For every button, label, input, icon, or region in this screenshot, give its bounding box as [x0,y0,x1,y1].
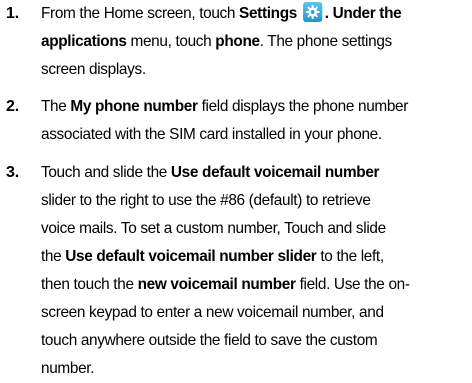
text-run: then touch the [41,276,138,293]
text-line: slider to the right to use the #86 (defa… [41,187,455,215]
text-line: touch anywhere outside the field to save… [41,327,455,355]
step-text: Touch and slide the Use default voicemai… [41,159,455,383]
text-run: Touch and slide the [41,164,171,181]
text-line: number. [41,355,455,383]
text-run: voice mails. To set a custom number, Tou… [41,220,386,237]
text-line: applications menu, touch phone. The phon… [41,28,455,56]
text-run: . Under the [324,5,402,22]
text-line: From the Home screen, touch Settings . Un… [41,0,455,28]
text-run: field. Use the on- [295,276,410,293]
text-run: number. [41,360,95,377]
step-text: From the Home screen, touch Settings . Un… [41,0,455,84]
text-run: screen keypad to enter a new voicemail n… [41,304,384,321]
my-phone-number-label: My phone number [70,98,198,115]
text-line: associated with the SIM card installed i… [41,121,455,149]
text-run: From the Home screen, touch [41,5,240,22]
text-line: Touch and slide the Use default voicemai… [41,159,455,187]
text-line: The My phone number field displays the p… [41,93,455,121]
text-run: menu, touch [126,33,216,50]
text-run: associated with the SIM card installed i… [41,126,382,143]
text-run: slider to the right to use the #86 (defa… [41,192,371,209]
step-number: 1. [6,5,19,22]
text-line: then touch the new voicemail number fiel… [41,271,455,299]
text-run: field displays the phone number [197,98,409,115]
use-default-voicemail-number-slider-label: Use default voicemail number slider [65,248,317,265]
applications-label: applications [41,33,127,50]
text-line: voice mails. To set a custom number, Tou… [41,215,455,243]
phone-label: phone [215,33,260,50]
text-line: screen keypad to enter a new voicemail n… [41,299,455,327]
step-text: The My phone number field displays the p… [41,93,455,149]
text-run: . The phone settings [259,33,393,50]
settings-gear-icon [302,2,322,22]
text-run: screen displays. [41,61,146,78]
use-default-voicemail-number-label: Use default voicemail number [170,164,380,181]
text-run: the [41,248,66,265]
settings-label: Settings [239,5,297,22]
step-number: 2. [6,98,19,115]
new-voicemail-number-label: new voicemail number [137,276,296,293]
text-run: The [41,98,71,115]
text-line: the Use default voicemail number slider … [41,243,455,271]
text-line: screen displays. [41,56,455,84]
step-number: 3. [6,164,19,181]
text-run: to the left, [316,248,384,265]
text-run: touch anywhere outside the field to save… [41,332,378,349]
